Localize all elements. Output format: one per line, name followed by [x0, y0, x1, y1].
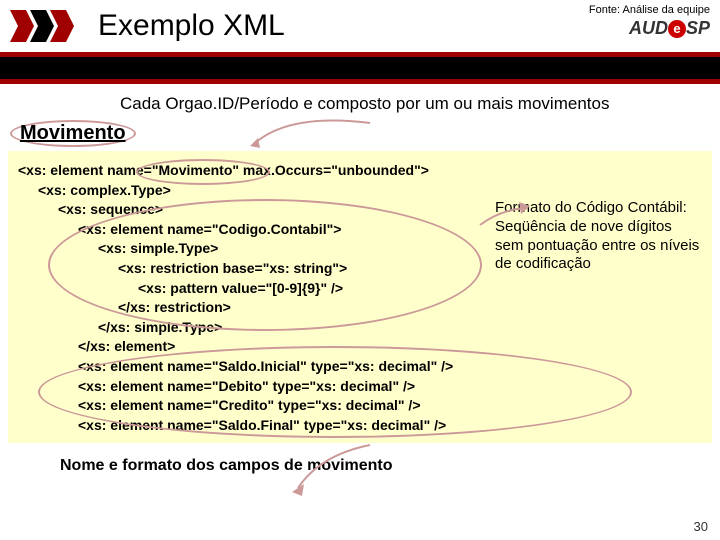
page-title: Exemplo XML — [98, 9, 285, 43]
code-line: <xs: element name="Debito" type="xs: dec… — [78, 377, 702, 397]
code-block: <xs: element name="Movimento" max.Occurs… — [8, 151, 712, 443]
code-line: <xs: element name="Saldo.Final" type="xs… — [78, 416, 702, 436]
logo-icon — [8, 2, 88, 50]
code-line: </xs: simple.Type> — [98, 318, 702, 338]
annotation-text: Formato do Código Contábil: Seqüência de… — [495, 199, 700, 274]
brand-post: SP — [686, 18, 710, 38]
brand-pre: AUD — [629, 18, 668, 38]
section-heading: Movimento — [10, 120, 136, 147]
code-line: <xs: complex.Type> — [38, 181, 702, 201]
code-line: <xs: element name="Saldo.Inicial" type="… — [78, 357, 702, 377]
header-stripe — [0, 52, 720, 84]
code-line: </xs: element> — [78, 337, 702, 357]
arrow-icon — [250, 108, 380, 148]
header-right: Fonte: Análise da equipe AUDeSP — [589, 4, 710, 39]
code-line: <xs: pattern value="[0-9]{9}" /> — [138, 279, 702, 299]
page-number: 30 — [694, 519, 708, 534]
code-line: <xs: element name="Movimento" max.Occurs… — [18, 161, 702, 181]
source-label: Fonte: Análise da equipe — [589, 4, 710, 16]
header: Exemplo XML Fonte: Análise da equipe AUD… — [0, 0, 720, 52]
code-line: </xs: restriction> — [118, 298, 702, 318]
caption-text: Nome e formato dos campos de movimento — [60, 457, 720, 475]
brand-logo: AUDeSP — [589, 18, 710, 39]
subtitle: Cada Orgao.ID/Período e composto por um … — [120, 94, 720, 114]
code-line: <xs: element name="Credito" type="xs: de… — [78, 396, 702, 416]
brand-e-icon: e — [668, 20, 686, 38]
